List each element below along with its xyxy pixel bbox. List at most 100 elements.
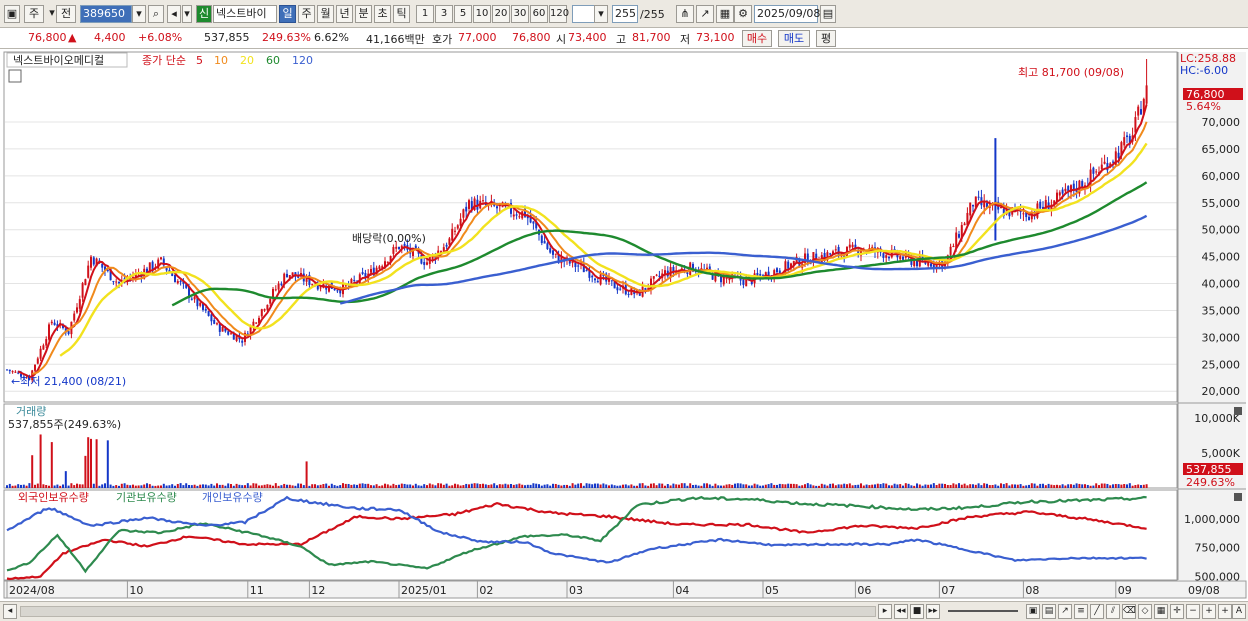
- stock-code-input[interactable]: 389650: [80, 5, 132, 23]
- shape-icon[interactable]: ◇: [1138, 604, 1152, 619]
- auto-scale-icon[interactable]: A: [1232, 604, 1246, 619]
- volume-bar: [84, 455, 87, 488]
- table-icon[interactable]: [8, 69, 22, 83]
- candle-body: [1064, 188, 1067, 192]
- speaker-icon[interactable]: ◂: [167, 5, 181, 23]
- volume-bar: [512, 484, 515, 488]
- volume-bar: [868, 485, 871, 488]
- save-icon[interactable]: ▦: [1154, 604, 1168, 619]
- erase-icon[interactable]: ⌫: [1122, 604, 1136, 619]
- volume-tick: 5,000K: [1201, 447, 1240, 460]
- volume-bar: [1131, 485, 1134, 488]
- zoom-slider[interactable]: [948, 610, 1018, 612]
- layout-icon[interactable]: ▣: [1026, 604, 1040, 619]
- search-icon[interactable]: ⌕: [148, 5, 164, 23]
- tab-5[interactable]: 초: [374, 5, 391, 23]
- interval-5[interactable]: 5: [454, 5, 472, 23]
- candle-body: [426, 262, 428, 265]
- trend-icon[interactable]: ↗: [1058, 604, 1072, 619]
- move-icon[interactable]: +: [1202, 604, 1216, 619]
- volume-bar: [185, 483, 188, 488]
- stock-chart[interactable]: 70,000 65,000 60,000 55,000 50,000 45,000 40,0…: [0, 49, 1248, 601]
- candle-body: [554, 253, 557, 255]
- grid-icon[interactable]: ▦: [716, 5, 734, 23]
- gear-icon[interactable]: ⚙: [734, 5, 752, 23]
- candle-body: [45, 339, 48, 346]
- prev-button[interactable]: 전: [56, 5, 76, 23]
- candle-body: [1039, 201, 1042, 209]
- tab-1[interactable]: 주: [298, 5, 315, 23]
- count-input[interactable]: 255: [612, 5, 638, 23]
- fast-forward-icon[interactable]: ▸▸: [926, 604, 940, 619]
- bottom-toolbar: ◂ ▸ ◂◂ ■ ▸▸ ▣ ▤ ↗ ≡ ╱ ⫽ ⌫ ◇ ▦ ✛ − + + A: [0, 601, 1248, 621]
- average-button[interactable]: 평: [816, 30, 836, 47]
- code-dropdown-icon[interactable]: ▾: [132, 5, 146, 23]
- volume-bar: [286, 484, 288, 488]
- volume-close-icon[interactable]: [1234, 407, 1242, 415]
- volume-bar: [440, 483, 442, 488]
- interval-120[interactable]: 120: [549, 5, 569, 23]
- candle-body: [462, 209, 465, 218]
- candle-body: [1061, 189, 1064, 194]
- volume-bar: [1033, 483, 1036, 488]
- volume-bar: [773, 484, 776, 488]
- volume-bar: [462, 485, 465, 488]
- scroll-right-icon[interactable]: ▸: [878, 604, 892, 619]
- rewind-icon[interactable]: ◂◂: [894, 604, 908, 619]
- zoom-out-icon[interactable]: −: [1186, 604, 1200, 619]
- volume-bar: [966, 485, 969, 488]
- interval-3[interactable]: 3: [435, 5, 453, 23]
- dropdown-arrow-icon[interactable]: ▾: [48, 5, 56, 23]
- stock-name-field[interactable]: 넥스트바이: [213, 5, 277, 23]
- volume-bar: [148, 484, 151, 488]
- volume-bar: [1103, 483, 1106, 488]
- interval-30[interactable]: 30: [511, 5, 529, 23]
- tab-3[interactable]: 년: [336, 5, 353, 23]
- volume-bar: [87, 437, 90, 488]
- stop-icon[interactable]: ■: [910, 604, 924, 619]
- candle-body: [277, 283, 280, 290]
- volume-bar: [826, 485, 829, 488]
- volume-bar: [605, 484, 608, 488]
- interval-1[interactable]: 1: [416, 5, 434, 23]
- channel-icon[interactable]: ⫽: [1106, 604, 1120, 619]
- volume-bar: [395, 485, 398, 488]
- copy-icon[interactable]: ▤: [1042, 604, 1056, 619]
- volume-bar: [496, 485, 498, 488]
- candle-body: [255, 322, 258, 324]
- volume-bar: [364, 483, 367, 488]
- zoom-in-icon[interactable]: +: [1218, 604, 1232, 619]
- tab-0[interactable]: 일: [279, 5, 296, 23]
- draw-tool-icon[interactable]: ↗: [696, 5, 714, 23]
- fibonacci-icon[interactable]: ≡: [1074, 604, 1088, 619]
- compare-icon[interactable]: ⋔: [676, 5, 694, 23]
- x-label: 10: [129, 584, 143, 597]
- crosshair-icon[interactable]: ✛: [1170, 604, 1184, 619]
- tab-4[interactable]: 분: [355, 5, 372, 23]
- tab-2[interactable]: 월: [317, 5, 334, 23]
- horizontal-scrollbar[interactable]: [20, 606, 876, 617]
- interval-60[interactable]: 60: [530, 5, 548, 23]
- volume-bar: [876, 483, 879, 488]
- chart-area[interactable]: 70,000 65,000 60,000 55,000 50,000 45,000 40,0…: [0, 49, 1248, 601]
- date-input[interactable]: 2025/09/08: [754, 5, 820, 23]
- calendar-icon[interactable]: ▤: [820, 5, 836, 23]
- speaker-dropdown-icon[interactable]: ▾: [182, 5, 192, 23]
- sell-button[interactable]: 매도: [778, 30, 810, 47]
- candle-body: [1123, 137, 1126, 146]
- holdings-close-icon[interactable]: [1234, 493, 1242, 501]
- scroll-left-icon[interactable]: ◂: [3, 604, 17, 619]
- interval-20[interactable]: 20: [492, 5, 510, 23]
- candle-body: [386, 261, 389, 263]
- interval-10[interactable]: 10: [473, 5, 491, 23]
- buy-button[interactable]: 매수: [742, 30, 772, 47]
- volume-bar: [790, 483, 792, 488]
- interval-dropdown-icon[interactable]: ▾: [594, 5, 608, 23]
- candle-body: [118, 281, 120, 284]
- chart-settings-icon[interactable]: ▣: [4, 5, 20, 23]
- period-button[interactable]: 주: [24, 5, 44, 23]
- volume-bar: [14, 485, 17, 488]
- holdings-tick: 750,000: [1195, 542, 1241, 555]
- line-tool-icon[interactable]: ╱: [1090, 604, 1104, 619]
- tab-6[interactable]: 틱: [393, 5, 410, 23]
